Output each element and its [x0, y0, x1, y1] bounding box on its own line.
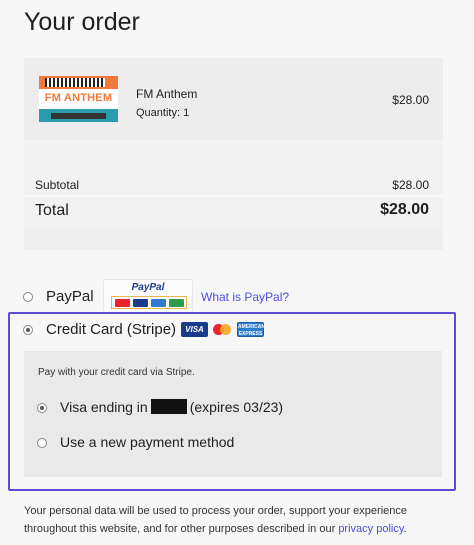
paypal-logo-text: PayPal: [131, 282, 165, 293]
item-name: FM Anthem: [136, 87, 198, 101]
what-is-paypal-link[interactable]: What is PayPal?: [201, 290, 289, 304]
order-summary: FM ANTHEM FM Anthem Quantity: 1 $28.00 S…: [24, 58, 443, 250]
thumbnail-bottom-bar: [39, 109, 118, 122]
visa-mini-icon: [133, 299, 148, 307]
item-quantity: Quantity: 1: [136, 107, 190, 119]
saved-card-radio[interactable]: [37, 403, 47, 413]
thumbnail-brand-text: FM ANTHEM: [44, 92, 113, 104]
total-value: $28.00: [380, 201, 429, 218]
redacted-card-number: [150, 399, 187, 414]
total-label: Total: [35, 202, 69, 219]
privacy-notice: Your personal data will be used to proce…: [24, 502, 454, 538]
amex-icon: AMERICAN EXPRESS: [237, 322, 265, 337]
subtotal-label: Subtotal: [35, 178, 80, 192]
paypal-accepted-cards: [111, 296, 187, 309]
saved-card-label[interactable]: Visa ending in (expires 03/23): [60, 399, 283, 415]
amex-mini-icon: [151, 299, 166, 307]
mastercard-icon: [212, 322, 233, 337]
jcb-mini-icon: [169, 299, 184, 307]
order-item: FM ANTHEM FM Anthem Quantity: 1 $28.00: [24, 58, 443, 140]
product-thumbnail: FM ANTHEM: [39, 76, 118, 122]
stripe-radio[interactable]: [23, 325, 33, 335]
visa-icon: VISA: [181, 322, 208, 337]
privacy-end: .: [403, 523, 407, 535]
privacy-policy-link[interactable]: privacy policy: [338, 523, 403, 535]
piano-keys-graphic: [45, 78, 105, 87]
paypal-radio[interactable]: [23, 292, 33, 302]
stripe-label[interactable]: Credit Card (Stripe): [46, 321, 176, 338]
saved-card-expiry: (expires 03/23): [189, 399, 284, 415]
totals-divider: [24, 195, 443, 197]
page-title: Your order: [24, 8, 140, 36]
paypal-logo: PayPal: [103, 279, 193, 313]
stripe-description: Pay with your credit card via Stripe.: [38, 367, 195, 378]
item-price: $28.00: [392, 93, 429, 107]
new-method-label[interactable]: Use a new payment method: [60, 434, 234, 450]
paypal-label[interactable]: PayPal: [46, 288, 94, 305]
saved-card-prefix: Visa ending in: [60, 399, 148, 415]
new-method-radio[interactable]: [37, 438, 47, 448]
mastercard-mini-icon: [115, 299, 130, 307]
subtotal-value: $28.00: [392, 178, 429, 192]
